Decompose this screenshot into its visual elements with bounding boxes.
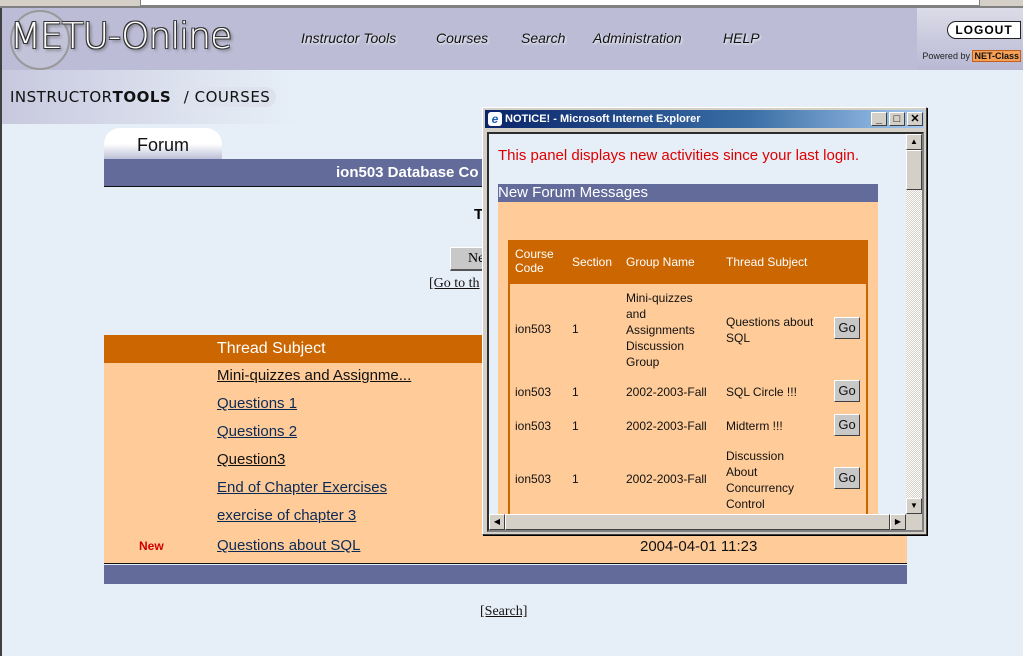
ie-icon: e xyxy=(488,112,502,126)
col-group-name: Group Name xyxy=(626,255,695,269)
close-button[interactable]: ✕ xyxy=(907,112,923,126)
forum-tab[interactable]: Forum xyxy=(104,128,222,160)
row-course: ion503 xyxy=(515,322,552,336)
new-messages-header: Course Code Section Group Name Thread Su… xyxy=(510,240,866,284)
message-row: ion503 1 2002-2003-Fall Midterm !!! Go xyxy=(510,412,866,446)
new-forum-messages-panel: Course Code Section Group Name Thread Su… xyxy=(498,202,878,530)
go-button[interactable]: Go xyxy=(834,317,860,339)
course-title: ion503 Database Co xyxy=(336,164,479,181)
row-course: ion503 xyxy=(515,385,552,399)
row-subject: Midterm !!! xyxy=(726,419,783,433)
col-course-code: Course Code xyxy=(515,247,554,275)
row-section: 1 xyxy=(572,385,579,399)
search-link[interactable]: [Search] xyxy=(480,604,527,620)
message-row: ion503 1 2002-2003-Fall SQL Circle !!! G… xyxy=(510,378,866,412)
popup-title: NOTICE! - Microsoft Internet Explorer xyxy=(505,113,701,125)
thread-link[interactable]: Questions 2 xyxy=(217,423,297,440)
nav-administration[interactable]: Administration xyxy=(593,30,682,46)
powered-by-label: Powered by xyxy=(922,51,970,61)
row-group: Mini-quizzes and Assignments Discussion … xyxy=(626,291,695,369)
row-subject: Discussion About Concurrency Control xyxy=(726,449,795,511)
row-course: ion503 xyxy=(515,472,552,486)
new-badge: New xyxy=(139,539,164,553)
popup-titlebar[interactable]: e NOTICE! - Microsoft Internet Explorer _… xyxy=(485,110,924,128)
breadcrumb: INSTRUCTORTOOLS / COURSES xyxy=(10,87,277,107)
nav-search[interactable]: Search xyxy=(521,30,565,46)
scrollbar-corner xyxy=(906,514,922,530)
row-section: 1 xyxy=(572,322,579,336)
row-course: ion503 xyxy=(515,419,552,433)
scroll-right-icon[interactable]: ▶ xyxy=(890,514,906,530)
scroll-left-icon[interactable]: ◀ xyxy=(489,514,505,530)
row-group: 2002-2003-Fall xyxy=(626,472,707,486)
thread-link[interactable]: Mini-quizzes and Assignme... xyxy=(217,367,411,384)
col-section: Section xyxy=(572,255,613,269)
scroll-down-icon[interactable]: ▼ xyxy=(906,498,922,514)
header-banner: METU-Online Instructor Tools Courses Sea… xyxy=(2,8,1023,70)
col-thread-subject: Thread Subject xyxy=(726,255,808,269)
row-subject: SQL Circle !!! xyxy=(726,385,797,399)
notice-popup-window: e NOTICE! - Microsoft Internet Explorer _… xyxy=(482,107,927,535)
thread-link[interactable]: End of Chapter Exercises xyxy=(217,479,387,496)
nav-courses[interactable]: Courses xyxy=(436,30,488,46)
thread-subject-header: Thread Subject xyxy=(217,340,326,357)
breadcrumb-tools: TOOLS xyxy=(112,88,172,106)
thread-date: 2004-04-01 11:23 xyxy=(640,538,758,555)
powered-by: Powered by NET-Class xyxy=(922,50,1021,62)
thread-link[interactable]: exercise of chapter 3 xyxy=(217,507,356,524)
scroll-up-icon[interactable]: ▲ xyxy=(906,134,922,150)
nav-help[interactable]: HELP xyxy=(723,30,760,46)
new-messages-table: Course Code Section Group Name Thread Su… xyxy=(508,240,868,518)
maximize-button[interactable]: □ xyxy=(889,112,905,126)
row-section: 1 xyxy=(572,419,579,433)
page: METU-Online Instructor Tools Courses Sea… xyxy=(0,8,1023,656)
breadcrumb-courses-pill: / COURSES xyxy=(176,87,277,107)
logout-button[interactable]: LOGOUT xyxy=(947,21,1021,39)
browser-toolbar-strip xyxy=(0,0,1023,8)
nav-instructor-tools[interactable]: Instructor Tools xyxy=(301,30,396,46)
powered-panel: LOGOUT Powered by NET-Class xyxy=(917,8,1023,70)
breadcrumb-instructor: INSTRUCTOR xyxy=(10,88,113,106)
row-subject: Questions about SQL xyxy=(726,315,814,345)
address-bar[interactable] xyxy=(140,0,980,6)
notice-text: This panel displays new activities since… xyxy=(498,147,860,164)
brand-badge: NET-Class xyxy=(972,50,1021,62)
goto-link[interactable]: [Go to th xyxy=(429,276,480,292)
logo[interactable]: METU-Online xyxy=(10,16,232,57)
popup-content: This panel displays new activities since… xyxy=(487,132,924,532)
vertical-scroll-thumb[interactable] xyxy=(906,150,922,190)
horizontal-scrollbar[interactable]: ◀ ▶ xyxy=(489,514,906,530)
message-row: ion503 1 2002-2003-Fall Discussion About… xyxy=(510,446,866,518)
go-button[interactable]: Go xyxy=(834,380,860,402)
thread-link[interactable]: Questions about SQL xyxy=(217,537,360,554)
vertical-scrollbar[interactable]: ▲ ▼ xyxy=(906,134,922,514)
thread-row: New Questions about SQL 2004-04-01 11:23 xyxy=(104,533,907,561)
thread-link[interactable]: Question3 xyxy=(217,451,285,468)
breadcrumb-courses[interactable]: COURSES xyxy=(195,88,271,106)
row-group: 2002-2003-Fall xyxy=(626,419,707,433)
minimize-button[interactable]: _ xyxy=(871,112,887,126)
row-section: 1 xyxy=(572,472,579,486)
row-group: 2002-2003-Fall xyxy=(626,385,707,399)
go-button[interactable]: Go xyxy=(834,467,860,489)
footer-bar xyxy=(104,565,907,584)
breadcrumb-separator: / xyxy=(183,88,190,106)
new-forum-messages-title: New Forum Messages xyxy=(498,184,878,202)
go-button[interactable]: Go xyxy=(834,414,860,436)
thread-link[interactable]: Questions 1 xyxy=(217,395,297,412)
message-row: ion503 1 Mini-quizzes and Assignments Di… xyxy=(510,284,866,378)
horizontal-scroll-thumb[interactable] xyxy=(505,514,890,530)
